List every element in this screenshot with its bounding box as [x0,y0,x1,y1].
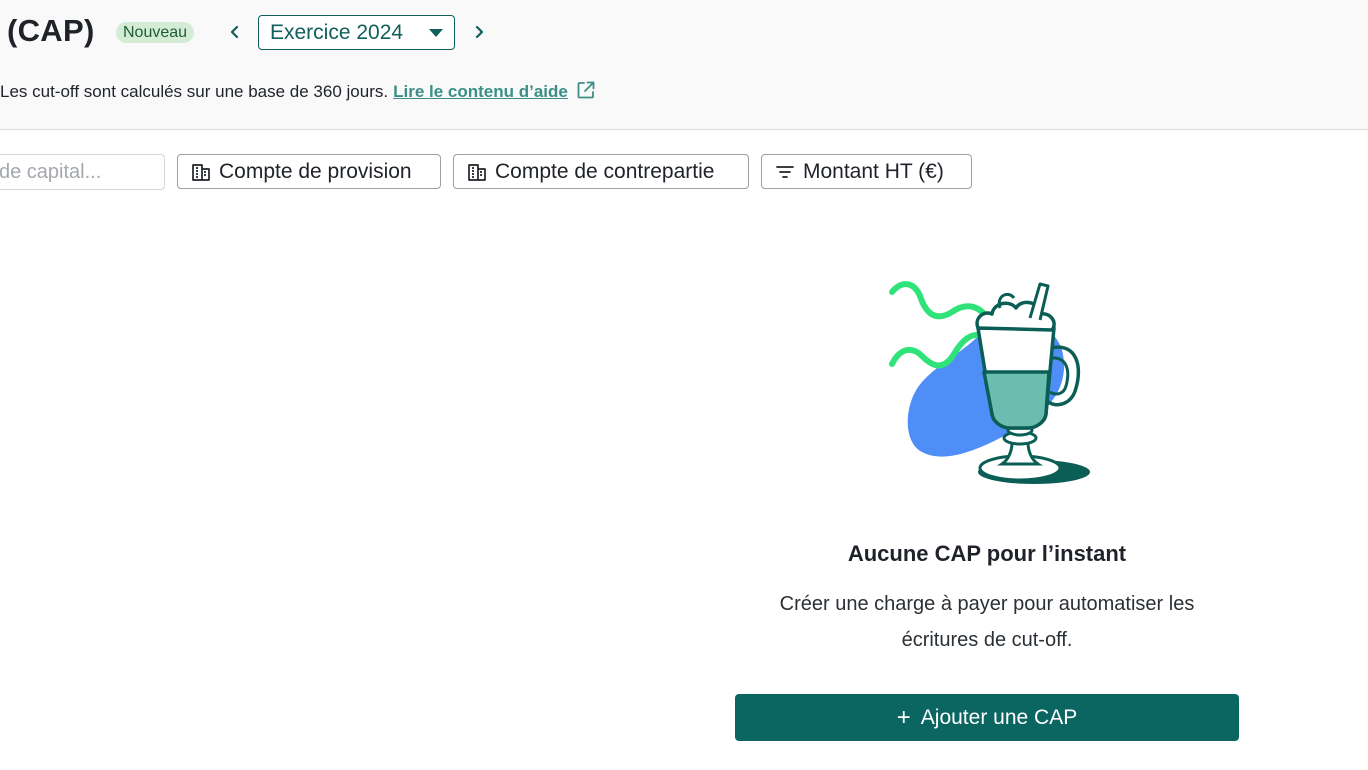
empty-state-description: Créer une charge à payer pour automatise… [779,593,1195,651]
coffee-glass-icon [889,281,1090,484]
next-year-button[interactable] [468,18,490,46]
plus-icon: + [896,703,911,731]
external-link-icon[interactable] [576,80,596,105]
filter-amount[interactable]: Montant HT (€) [761,154,972,189]
empty-state-illustration [882,272,1102,492]
chevron-right-icon [475,25,484,39]
add-cap-button[interactable]: + Ajouter une CAP [735,694,1239,741]
filter-provision-label: Compte de provision [219,159,412,183]
fiscal-year-select[interactable]: Exercice 2024 [258,15,455,50]
add-cap-label: Ajouter une CAP [920,705,1078,729]
search-input[interactable] [0,154,165,190]
building-icon [192,163,210,181]
info-text: Les cut-off sont calculés sur une base d… [0,82,389,101]
building-icon [468,163,486,181]
filter-icon [776,165,794,178]
info-line: Les cut-off sont calculés sur une base d… [0,80,596,105]
fiscal-year-value: Exercice 2024 [270,21,404,44]
caret-down-icon [429,29,443,37]
previous-year-button[interactable] [224,18,246,46]
filter-provision-account[interactable]: Compte de provision [177,154,441,189]
filter-amount-label: Montant HT (€) [803,159,944,183]
filter-counterpart-label: Compte de contrepartie [495,159,715,183]
empty-state-title: Aucune CAP pour l’instant [847,541,1127,566]
page-header: (CAP) Nouveau Exercice 2024 Les cut-off … [0,0,1368,130]
filter-counterpart-account[interactable]: Compte de contrepartie [453,154,749,189]
page-title: (CAP) [7,13,95,48]
help-link[interactable]: Lire le contenu d’aide [393,82,568,101]
chevron-left-icon [230,25,239,39]
new-badge: Nouveau [116,22,195,43]
